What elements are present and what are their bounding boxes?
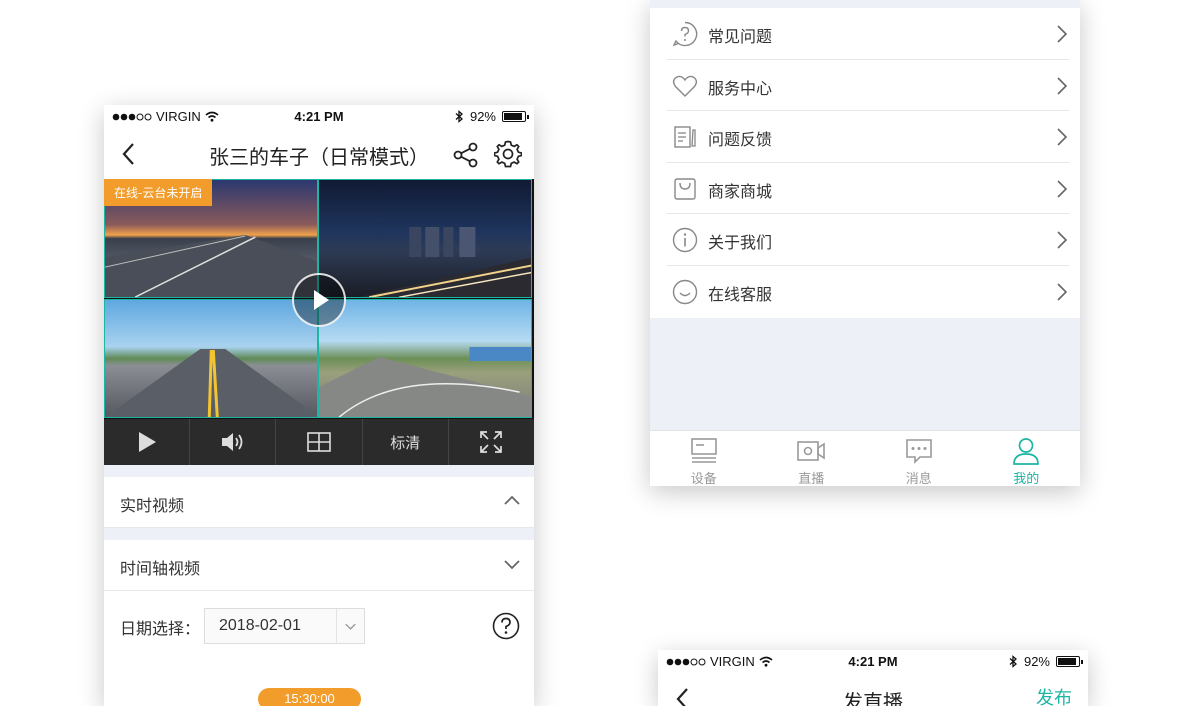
section-realtime-video[interactable]: 实时视频 [104,477,534,528]
phone-device-detail: VIRGIN 4:21 PM 92% 张三的车子（日常模式） 在线-云台未开启 … [104,105,534,706]
menu-item-about[interactable]: 关于我们 [667,214,1069,266]
player-toolbar: 标清 [104,419,534,465]
menu-item-label: 问题反馈 [708,130,773,150]
play-button[interactable] [104,419,191,465]
volume-button[interactable] [190,419,277,465]
fullscreen-button[interactable] [449,419,534,465]
grid-icon [307,432,331,452]
nav-bar: 张三的车子（日常模式） [104,129,534,179]
device-icon [690,438,717,463]
chevron-right-icon [1057,283,1068,301]
coastal-road-image [319,346,531,417]
date-picker-row: 日期选择： 2018-02-01 [104,591,534,663]
video-grid[interactable]: 在线-云台未开启 [104,179,534,419]
tab-me[interactable]: 我的 [973,431,1081,486]
menu-item-label: 关于我们 [708,233,773,253]
date-label: 日期选择： [120,619,201,638]
shopping-bag-icon [674,178,696,200]
tab-bar: 设备 直播 消息 我的 [650,430,1080,486]
battery-icon [502,111,529,122]
user-icon [1013,438,1040,465]
section-label: 时间轴视频 [120,559,201,578]
tab-live[interactable]: 直播 [758,431,866,486]
date-select[interactable]: 2018-02-01 [204,608,365,644]
heart-icon [672,75,698,97]
status-bar: VIRGIN 4:21 PM 92% [104,105,534,129]
section-label: 实时视频 [120,496,185,515]
tab-label: 直播 [798,472,825,486]
status-bar: VIRGIN 4:21 PM 92% [658,650,1088,674]
chevron-up-icon [504,495,520,505]
date-value: 2018-02-01 [219,617,301,634]
video-feed-3[interactable] [104,299,318,418]
volume-icon [221,433,243,451]
fullscreen-icon [480,431,503,453]
quality-button[interactable]: 标清 [363,419,449,465]
smile-icon [672,279,698,305]
road-image [105,234,317,297]
play-overlay-button[interactable] [292,273,346,327]
nav-bar: 发直播 发布 [658,674,1088,706]
menu-item-faq[interactable]: 常见问题 [667,8,1069,60]
battery-percent: 92% [469,109,496,124]
video-feed-4[interactable] [318,299,532,418]
question-icon [672,21,698,47]
menu-item-label: 在线客服 [708,284,773,304]
live-camera-icon [797,441,826,461]
info-icon [672,228,698,253]
share-icon[interactable] [452,141,480,169]
city-night-image [359,226,531,297]
play-icon [314,290,329,310]
feedback-icon [674,126,696,148]
tab-label: 我的 [1013,472,1040,486]
chevron-right-icon [1057,231,1068,249]
tab-devices[interactable]: 设备 [650,431,758,486]
phone-publish-live: VIRGIN 4:21 PM 92% 发直播 发布 [658,650,1088,706]
menu-item-mall[interactable]: 商家商城 [667,163,1069,215]
chevron-down-icon [336,609,356,643]
battery-icon [1056,656,1083,667]
menu-item-label: 服务中心 [708,78,773,98]
settings-menu: 常见问题 服务中心 问题反馈 商家商城 关于我们 在线客服 [650,8,1080,318]
menu-item-label: 常见问题 [708,27,773,46]
help-icon[interactable] [492,612,520,640]
bluetooth-icon [1009,655,1017,668]
publish-button[interactable]: 发布 [1036,684,1072,706]
chevron-right-icon [1057,25,1068,43]
phone-my-page: 常见问题 服务中心 问题反馈 商家商城 关于我们 在线客服 设备 直播 消息 我… [650,0,1080,486]
tab-label: 设备 [690,472,717,486]
bluetooth-icon [455,110,463,123]
chevron-down-icon [504,560,520,570]
page-title: 发直播 [843,690,903,706]
menu-item-feedback[interactable]: 问题反馈 [667,111,1069,163]
device-status-badge: 在线-云台未开启 [104,179,213,206]
video-feed-2[interactable] [318,179,532,298]
battery-percent: 92% [1023,654,1050,669]
chevron-right-icon [1057,180,1068,198]
menu-item-label: 商家商城 [708,181,773,201]
message-icon [905,439,932,464]
layout-grid-button[interactable] [276,419,363,465]
chevron-right-icon [1057,128,1068,146]
section-timeline-video[interactable]: 时间轴视频 [104,540,534,591]
menu-item-online-support[interactable]: 在线客服 [667,266,1069,318]
highway-image [105,348,317,417]
menu-item-service-center[interactable]: 服务中心 [667,60,1069,112]
chevron-right-icon [1057,77,1068,95]
tab-messages[interactable]: 消息 [865,431,973,486]
tab-label: 消息 [905,472,932,486]
gear-icon[interactable] [494,140,522,168]
timeline-time-badge: 15:30:00 [258,688,361,706]
play-icon [138,432,156,452]
